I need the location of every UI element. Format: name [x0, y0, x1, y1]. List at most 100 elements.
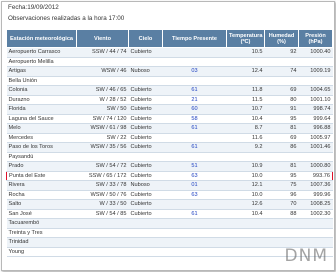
present-weather-link[interactable]: 60 [162, 104, 227, 115]
pressure-cell: 1008.25 [298, 199, 333, 210]
temperature-cell: 11.5 [226, 95, 265, 105]
temperature-cell: 10.9 [226, 161, 265, 172]
wind-cell: WSW / 35 / 56 [76, 142, 129, 153]
pressure-cell: 999.64 [298, 114, 333, 124]
table-row: Melo WSW / 61 / 98 Cubierto 61 8.7 81 996.88 [6, 123, 333, 134]
temperature-cell: 9.2 [226, 142, 265, 153]
temperature-cell: 12.4 [226, 66, 265, 77]
table-row: Salto W / 33 / 50 Cubierto 12.6 70 1008.25 [6, 199, 333, 210]
sky-cell: Cubierto [128, 199, 163, 210]
wind-cell: SW / 46 / 65 [76, 85, 129, 96]
station-name: Florida [6, 104, 77, 115]
temperature-cell: 10.7 [226, 104, 265, 115]
sky-cell [128, 218, 163, 229]
pressure-cell: 1002.30 [298, 209, 333, 219]
wind-cell [76, 218, 129, 229]
temperature-cell: 10.5 [226, 47, 265, 58]
humidity-cell: 75 [264, 180, 299, 191]
sky-cell: Cubierto [128, 142, 163, 153]
station-name: Aeropuerto Melilla [6, 57, 77, 67]
sky-cell: Cubierto [128, 133, 163, 143]
sky-cell: Cubierto [128, 123, 163, 134]
present-weather-link[interactable]: 51 [162, 161, 227, 172]
present-weather-link [162, 199, 227, 210]
temperature-cell [226, 247, 265, 257]
temperature-cell: 10.4 [226, 209, 265, 219]
pressure-cell: 1001.46 [298, 142, 333, 153]
present-weather-link [162, 47, 227, 58]
pressure-cell: 1000.40 [298, 47, 333, 58]
col-header-viento: Viento [76, 29, 129, 48]
station-name: Punta del Este [6, 170, 77, 181]
humidity-cell: 69 [264, 133, 299, 143]
col-header-humedad: Humedad (%) [264, 29, 299, 48]
pressure-cell [298, 218, 333, 229]
temperature-cell: 11.8 [226, 85, 265, 96]
table-row: Treinta y Tres [6, 228, 333, 238]
present-weather-link[interactable]: 01 [162, 180, 227, 191]
table-row: Aeropuerto Carrasco SSW / 44 / 74 Cubierto… [6, 47, 333, 58]
wind-cell: SW / 54 / 85 [76, 209, 129, 219]
station-name: Tacuarembó [6, 218, 77, 229]
present-weather-link[interactable]: 63 [162, 170, 227, 181]
table-row: Aeropuerto Melilla [6, 57, 333, 67]
wind-cell [76, 76, 129, 86]
pressure-cell [298, 152, 333, 162]
pressure-cell: 1000.80 [298, 161, 333, 172]
wind-cell: WSW / 46 [76, 66, 129, 77]
present-weather-link[interactable]: 21 [162, 95, 227, 105]
humidity-cell: 95 [264, 114, 299, 124]
humidity-cell: 86 [264, 142, 299, 153]
present-weather-link[interactable]: 63 [162, 190, 227, 200]
table-row: Bella Unión [6, 76, 333, 86]
pressure-cell: 993.76 [298, 170, 333, 181]
station-name: Paso de los Toros [6, 142, 77, 153]
humidity-cell [264, 76, 299, 86]
present-weather-link[interactable]: 61 [162, 209, 227, 219]
table-row: Tacuarembó [6, 218, 333, 229]
present-weather-link[interactable]: 58 [162, 114, 227, 124]
temperature-cell: 10.0 [226, 190, 265, 200]
humidity-cell: 92 [264, 47, 299, 58]
station-name: Laguna del Sauce [6, 114, 77, 124]
sky-cell: Nuboso [128, 66, 163, 77]
humidity-cell: 80 [264, 95, 299, 105]
present-weather-link [162, 237, 227, 248]
wind-cell [76, 247, 129, 257]
wind-cell: W / 33 / 50 [76, 199, 129, 210]
sky-cell: Cubierto [128, 85, 163, 96]
station-name: Mercedes [6, 133, 77, 143]
table-row: Paysandú [6, 152, 333, 162]
pressure-cell: 1007.36 [298, 180, 333, 191]
table-row: Rocha WSW / 50 / 76 Cubierto 63 10.0 96 999.96 [6, 190, 333, 200]
pressure-cell: 999.96 [298, 190, 333, 200]
temperature-cell [226, 76, 265, 86]
table-row: Mercedes SW / 22 Cubierto 11.6 69 1005.97 [6, 133, 333, 143]
humidity-cell: 74 [264, 66, 299, 77]
sky-cell: Cubierto [128, 170, 163, 181]
col-header-tiempo-presente: Tiempo Presente [162, 29, 227, 48]
present-weather-link[interactable]: 03 [162, 66, 227, 77]
humidity-cell [264, 152, 299, 162]
present-weather-link[interactable]: 61 [162, 142, 227, 153]
table-body: Aeropuerto Carrasco SSW / 44 / 74 Cubierto… [6, 47, 333, 257]
pressure-cell: 996.88 [298, 123, 333, 134]
sky-cell [128, 152, 163, 162]
humidity-cell: 81 [264, 161, 299, 172]
present-weather-link [162, 133, 227, 143]
sky-cell [128, 247, 163, 257]
station-name: Treinta y Tres [6, 228, 77, 238]
humidity-cell [264, 228, 299, 238]
pressure-cell: 1001.10 [298, 95, 333, 105]
wind-cell: SW / 54 / 72 [76, 161, 129, 172]
humidity-cell: 88 [264, 209, 299, 219]
humidity-cell: 69 [264, 85, 299, 96]
table-row: Artigas WSW / 46 Nuboso 03 12.4 74 1009.19 [6, 66, 333, 77]
wind-cell: SW / 74 / 120 [76, 114, 129, 124]
station-name: Trinidad [6, 237, 77, 248]
present-weather-link[interactable]: 61 [162, 123, 227, 134]
pressure-cell [298, 76, 333, 86]
present-weather-link[interactable]: 61 [162, 85, 227, 96]
col-header-temperatura: Temperatura (ºC) [226, 29, 265, 48]
sky-cell: Cubierto [128, 104, 163, 115]
